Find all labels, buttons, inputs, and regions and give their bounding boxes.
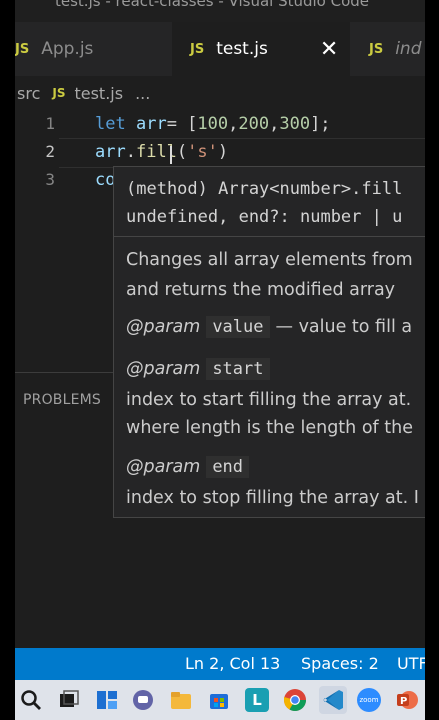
powerpoint-icon[interactable]: P: [395, 688, 419, 712]
cursor-position[interactable]: Ln 2, Col 13: [185, 654, 280, 673]
number-token: 100: [197, 114, 229, 134]
param-tag: @param: [126, 317, 201, 337]
vscode-icon[interactable]: [319, 686, 347, 714]
status-bar: Ln 2, Col 13 Spaces: 2 UTF: [15, 648, 425, 680]
tab-test-js[interactable]: JS test.js ✕: [172, 22, 350, 76]
operator-token: = [: [166, 114, 198, 134]
close-icon[interactable]: ✕: [320, 37, 338, 62]
widgets-icon[interactable]: [95, 688, 119, 712]
param-desc: index to start filling the array at. whe…: [126, 386, 413, 442]
editor-tabs: JS App.js JS test.js ✕ JS ind: [15, 22, 425, 76]
tooltip-divider: [114, 236, 425, 237]
line-number: 2: [45, 142, 55, 161]
title-bar: test.js - react-classes - Visual Studio …: [15, 0, 425, 22]
tab-app-js[interactable]: JS App.js: [15, 22, 165, 76]
chrome-icon[interactable]: [283, 688, 307, 712]
tab-label: test.js: [216, 39, 268, 59]
javascript-file-icon: JS: [369, 41, 384, 57]
vscode-window: test.js - react-classes - Visual Studio …: [15, 0, 425, 720]
param-tag: @param: [126, 457, 201, 477]
tab-label: ind: [395, 39, 422, 59]
tab-index[interactable]: JS ind: [369, 22, 425, 76]
teams-chat-icon[interactable]: [131, 688, 155, 712]
method-description: Changes all array elements from and retu…: [126, 245, 413, 305]
code-text: arr.fill('s'): [95, 142, 228, 162]
store-icon[interactable]: [207, 688, 231, 712]
breadcrumb-folder[interactable]: src: [17, 84, 40, 103]
line-number: 1: [45, 114, 55, 133]
indentation-setting[interactable]: Spaces: 2: [301, 654, 379, 673]
encoding-setting[interactable]: UTF: [397, 654, 425, 673]
comma-token: ,: [228, 114, 239, 134]
signature-line: (method) Array<number>.fill: [126, 179, 403, 199]
param-value: @param value — value to fill a: [126, 316, 413, 338]
method-signature: (method) Array<number>.fill undefined, e…: [126, 175, 402, 231]
description-line: Changes all array elements from: [126, 250, 413, 270]
javascript-file-icon: JS: [15, 41, 30, 57]
variable-token: arr: [95, 142, 126, 162]
param-tag: @param: [126, 359, 201, 379]
comma-token: ,: [269, 114, 280, 134]
paren-token: ): [217, 142, 229, 162]
param-name: start: [206, 358, 270, 380]
param-desc-line: index to start filling the array at.: [126, 390, 412, 410]
launcher-icon[interactable]: L: [245, 688, 269, 712]
number-token: 200: [238, 114, 270, 134]
code-text: let arr= [100,200,300];: [95, 114, 331, 134]
search-icon[interactable]: [19, 688, 43, 712]
task-view-icon[interactable]: [57, 688, 81, 712]
description-line: and returns the modified array: [126, 280, 396, 300]
tab-problems[interactable]: PROBLEMS: [23, 392, 101, 408]
param-end: @param end: [126, 456, 255, 478]
javascript-file-icon: JS: [190, 41, 205, 57]
param-start: @param start: [126, 358, 276, 380]
breadcrumb-more[interactable]: ...: [135, 84, 150, 103]
bracket-token: ];: [310, 114, 331, 134]
windows-taskbar: L zoom P: [15, 680, 425, 720]
param-desc-line: where length is the length of the: [126, 418, 413, 438]
number-token: 300: [279, 114, 311, 134]
breadcrumb-file[interactable]: test.js: [74, 84, 123, 103]
param-name: end: [206, 456, 250, 478]
keyword-token: let: [95, 114, 126, 134]
javascript-file-icon: JS: [52, 86, 66, 100]
hover-tooltip: (method) Array<number>.fill undefined, e…: [113, 166, 425, 518]
param-name: value: [206, 316, 270, 338]
code-line-current: 2 arr.fill('s'): [15, 138, 425, 168]
signature-line: undefined, end?: number | u: [126, 207, 403, 227]
paren-token: (: [176, 142, 188, 162]
svg-text:P: P: [400, 696, 407, 707]
launcher-letter: L: [252, 691, 262, 709]
breadcrumb: src JS test.js ...: [15, 78, 425, 108]
param-desc: index to stop filling the array at. I: [126, 484, 419, 512]
param-desc-line: index to stop filling the array at. I: [126, 488, 419, 508]
variable-token: arr: [135, 114, 167, 134]
tab-label: App.js: [41, 39, 94, 59]
code-line: 1 let arr= [100,200,300];: [15, 110, 425, 138]
dot-token: .: [125, 142, 136, 162]
file-explorer-icon[interactable]: [169, 688, 193, 712]
window-title: test.js - react-classes - Visual Studio …: [55, 0, 370, 10]
param-desc: — value to fill a: [275, 317, 413, 337]
line-number: 3: [45, 170, 55, 189]
string-token: 's': [187, 142, 218, 162]
zoom-label: zoom: [359, 696, 379, 704]
mouse-cursor: [170, 146, 172, 164]
zoom-icon[interactable]: zoom: [357, 688, 381, 712]
